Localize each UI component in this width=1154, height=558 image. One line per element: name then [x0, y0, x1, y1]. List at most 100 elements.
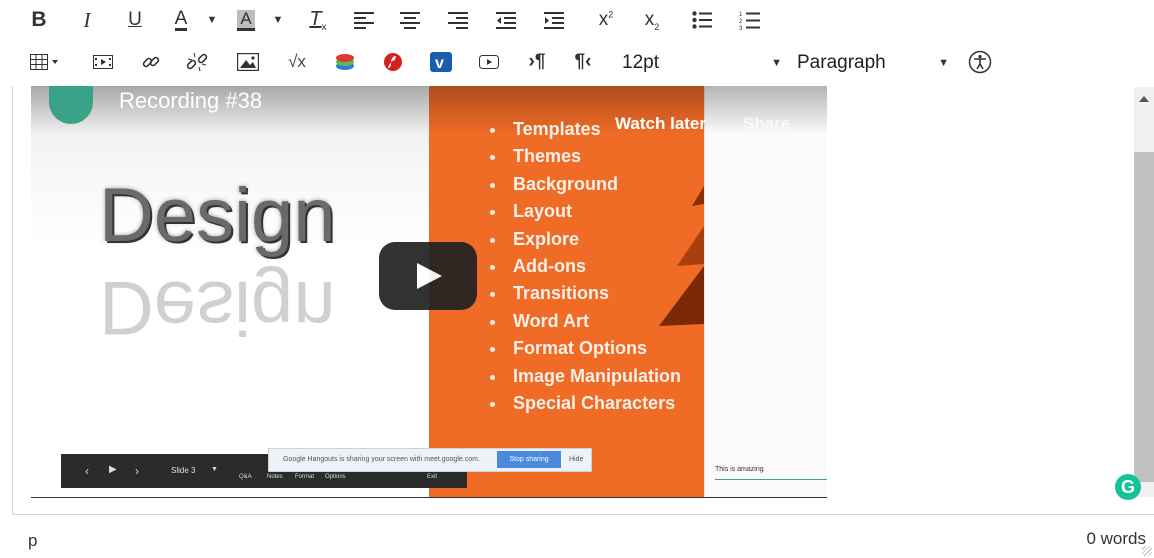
svg-text:2: 2 [739, 19, 743, 25]
media-embed-button[interactable] [92, 48, 114, 76]
list-item: Transitions [507, 280, 681, 307]
bullet-list-button[interactable] [690, 6, 714, 34]
video-play-button[interactable] [379, 242, 477, 310]
svg-text:1: 1 [739, 12, 743, 18]
insert-link-button[interactable] [140, 48, 162, 76]
toolbar-row-insert: √x v ›¶ ¶‹ [0, 42, 1154, 82]
align-right-button[interactable] [446, 6, 470, 34]
scroll-up-icon[interactable] [1139, 96, 1149, 102]
stack-plugin-button[interactable] [334, 48, 356, 76]
chevron-down-icon: ▼ [211, 466, 218, 473]
sharing-notice-text: Google Hangouts is sharing your screen w… [283, 456, 480, 463]
element-path[interactable]: p [28, 531, 37, 551]
remove-link-button[interactable] [186, 48, 208, 76]
subscript-icon: x2 [644, 8, 660, 32]
vimeo-button[interactable]: v [430, 48, 452, 76]
video-title[interactable]: Recording #38 [119, 88, 262, 114]
toolbar-row-formatting: B I U A ▼ A ▼ Tx x2 x2 123 [0, 0, 1154, 40]
block-format-select[interactable]: Paragraph ▼ [797, 50, 949, 76]
square-root-icon: √x [288, 52, 306, 71]
clear-formatting-button[interactable]: Tx [306, 6, 330, 34]
font-size-value: 12pt [622, 52, 659, 73]
chevron-down-icon: ▼ [206, 14, 218, 26]
grammarly-icon[interactable]: G [1115, 474, 1141, 500]
superscript-button[interactable]: x2 [594, 6, 618, 34]
align-left-button[interactable] [352, 6, 376, 34]
list-item: Templates [507, 116, 681, 143]
stop-sharing-button[interactable]: Stop sharing [497, 451, 561, 468]
subscript-button[interactable]: x2 [640, 6, 664, 34]
italic-button[interactable]: I [76, 6, 98, 34]
align-center-button[interactable] [398, 6, 422, 34]
slide-heading: Design [99, 173, 336, 258]
hide-button[interactable]: Hide [569, 456, 583, 463]
svg-text:3: 3 [739, 26, 743, 30]
format-control[interactable]: Format [295, 474, 314, 480]
outdent-icon [496, 12, 516, 29]
next-icon[interactable]: › [135, 464, 139, 478]
slide-heading-reflection: Design [99, 265, 336, 350]
outdent-button[interactable] [494, 6, 518, 34]
insert-math-button[interactable]: √x [284, 48, 310, 76]
chat-comment: This is amazing [715, 466, 764, 473]
flash-icon [384, 53, 402, 71]
align-left-icon [354, 12, 374, 29]
vimeo-icon: v [430, 52, 452, 72]
editor-content-area[interactable]: Design Design Recording #38 Watch later … [12, 86, 1154, 515]
ltr-direction-button[interactable]: ›¶ [526, 48, 548, 76]
list-item: Special Characters [507, 390, 681, 417]
slide-indicator[interactable]: Slide 3 [171, 466, 195, 475]
list-item: Layout [507, 198, 681, 225]
rtl-direction-button[interactable]: ¶‹ [572, 48, 594, 76]
play-icon[interactable]: ▶ [109, 464, 117, 475]
numbered-list-button[interactable]: 123 [738, 6, 762, 34]
list-item: Image Manipulation [507, 363, 681, 390]
table-icon [30, 54, 58, 70]
list-item: Format Options [507, 335, 681, 362]
accessibility-checker-button[interactable] [966, 48, 994, 76]
block-format-value: Paragraph [797, 52, 886, 73]
word-count: 0 words [1086, 529, 1146, 548]
flash-plugin-button[interactable] [382, 48, 404, 76]
indent-icon [544, 12, 564, 29]
ltr-paragraph-icon: ›¶ [528, 51, 546, 72]
video-bottom-border [31, 497, 827, 498]
text-color-dropdown[interactable]: ▼ [206, 6, 218, 34]
superscript-icon: x2 [598, 9, 614, 30]
options-control[interactable]: Options [325, 474, 346, 480]
slide-left-panel: Design Design [31, 86, 429, 498]
chevron-down-icon: ▼ [938, 57, 949, 69]
film-icon [93, 55, 113, 69]
stack-icon [336, 54, 354, 70]
bold-button[interactable]: B [28, 6, 50, 34]
list-item: Themes [507, 143, 681, 170]
exit-control[interactable]: Exit [427, 474, 437, 480]
background-color-button[interactable]: A [234, 6, 258, 34]
embedded-video[interactable]: Design Design Recording #38 Watch later … [31, 86, 827, 498]
notes-control[interactable]: Notes [267, 474, 283, 480]
share-button[interactable]: Share [743, 114, 790, 134]
unlink-icon [186, 52, 208, 72]
font-size-select[interactable]: 12pt ▼ [622, 50, 782, 76]
background-color-dropdown[interactable]: ▼ [272, 6, 284, 34]
bullet-list-icon [692, 11, 712, 29]
indent-button[interactable] [542, 6, 566, 34]
underline-button[interactable]: U [124, 6, 146, 34]
prev-icon[interactable]: ‹ [85, 464, 89, 478]
chevron-down-icon: ▼ [272, 14, 284, 26]
chevron-down-icon: ▼ [771, 57, 782, 69]
table-button[interactable] [26, 48, 64, 76]
chat-input-underline [715, 479, 827, 480]
scrollbar-thumb[interactable] [1134, 152, 1154, 482]
resize-handle-icon[interactable] [1142, 546, 1152, 556]
align-right-icon [448, 12, 468, 29]
list-item: Add-ons [507, 253, 681, 280]
slide-bullet-list: Templates Themes Background Layout Explo… [485, 116, 681, 417]
qa-control[interactable]: Q&A [239, 474, 252, 480]
insert-image-button[interactable] [236, 48, 260, 76]
align-center-icon [400, 12, 420, 29]
list-item: Background [507, 171, 681, 198]
text-color-button[interactable]: A [170, 6, 192, 34]
youtube-button[interactable] [478, 48, 500, 76]
list-item: Explore [507, 226, 681, 253]
